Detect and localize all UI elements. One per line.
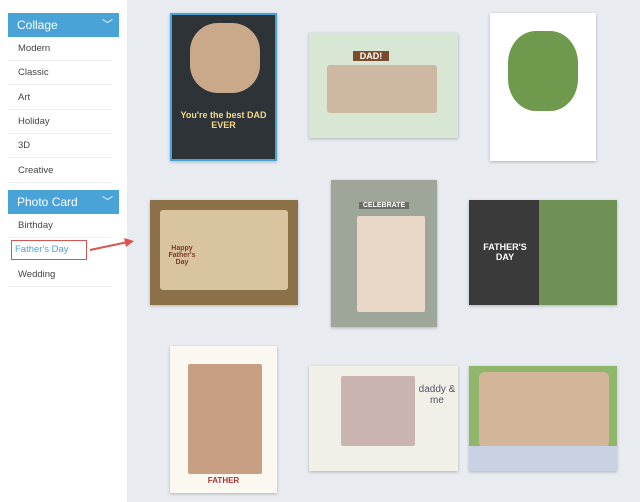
- photo: [479, 372, 609, 448]
- card-text: Happy Father's Day: [168, 245, 196, 266]
- chevron-down-icon: ﹀: [102, 196, 113, 208]
- template-card-7[interactable]: FATHER: [170, 346, 277, 493]
- photo: [188, 364, 262, 474]
- section-collage-header[interactable]: Collage ﹀: [8, 13, 119, 37]
- card-text: CELEBRATE: [359, 202, 409, 209]
- card-banner: [469, 446, 617, 471]
- card-text: daddy & me: [418, 384, 456, 406]
- photo: [327, 65, 437, 113]
- sidebar-item-classic[interactable]: Classic: [8, 61, 112, 85]
- card-text: You're the best DAD EVER: [180, 110, 267, 130]
- section-label: Collage: [17, 18, 58, 32]
- photo: [508, 31, 578, 111]
- section-photo-card-header[interactable]: Photo Card ﹀: [8, 190, 119, 214]
- template-card-2[interactable]: DAD!: [309, 33, 458, 138]
- template-card-8[interactable]: daddy & me: [309, 366, 458, 471]
- sidebar-item-3d[interactable]: 3D: [8, 134, 112, 158]
- template-card-6[interactable]: FATHER'S DAY: [469, 200, 617, 305]
- card-text: FATHER'S DAY: [483, 242, 527, 262]
- card-text: FATHER: [207, 476, 240, 485]
- template-card-4[interactable]: Happy Father's Day: [150, 200, 298, 305]
- photo: [539, 200, 617, 305]
- section-label: Photo Card: [17, 195, 78, 209]
- template-card-3[interactable]: [490, 13, 596, 161]
- template-card-5[interactable]: CELEBRATE: [331, 180, 437, 327]
- sidebar-item-birthday[interactable]: Birthday: [8, 214, 112, 238]
- sidebar-item-art[interactable]: Art: [8, 86, 112, 110]
- pointer-arrow-icon: [89, 238, 134, 251]
- template-card-1[interactable]: You're the best DAD EVER: [170, 13, 277, 161]
- sidebar-item-fathers-day[interactable]: Father's Day: [11, 240, 87, 260]
- sidebar-item-modern[interactable]: Modern: [8, 37, 112, 61]
- card-text: DAD!: [353, 51, 389, 61]
- sidebar-item-wedding[interactable]: Wedding: [8, 263, 112, 287]
- sidebar-item-creative[interactable]: Creative: [8, 159, 112, 183]
- photo: [341, 376, 415, 446]
- sidebar-item-holiday[interactable]: Holiday: [8, 110, 112, 134]
- photo: [190, 23, 260, 93]
- template-card-9[interactable]: [469, 366, 617, 471]
- chevron-down-icon: ﹀: [102, 19, 113, 31]
- photo: [357, 216, 425, 312]
